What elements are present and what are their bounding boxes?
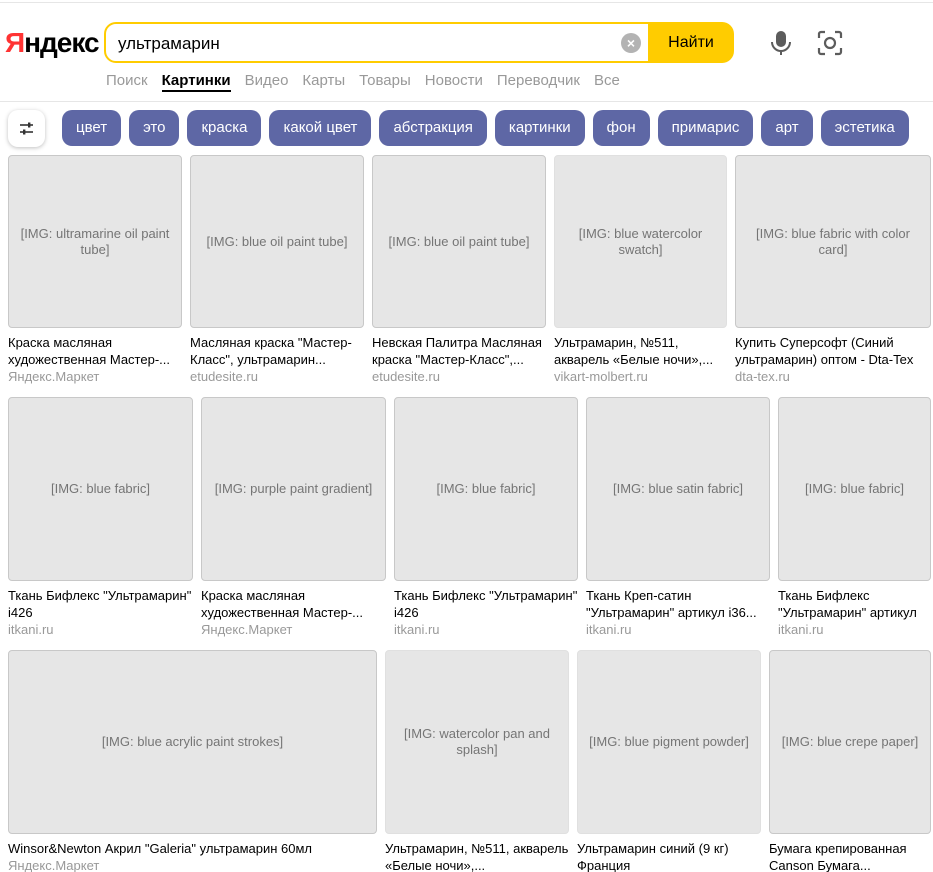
tab-goods[interactable]: Товары	[359, 72, 411, 92]
chip-query[interactable]: цвет	[62, 110, 122, 146]
result-title[interactable]: Ткань Бифлекс "Ультрамарин" i426	[8, 587, 193, 621]
chip-query[interactable]: картинки	[494, 110, 585, 146]
related-queries: цвет это краска какой цвет абстракция ка…	[62, 110, 917, 146]
chip-query[interactable]: арт	[761, 110, 813, 146]
result-title[interactable]: Ткань Бифлекс "Ультрамарин" i426	[394, 587, 578, 621]
chip-query[interactable]: примарис	[657, 110, 754, 146]
result-title[interactable]: Ткань Креп-сатин "Ультрамарин" артикул i…	[586, 587, 770, 621]
filter-button[interactable]	[8, 110, 45, 147]
tab-images[interactable]: Картинки	[161, 72, 231, 92]
result-title[interactable]: Winsor&Newton Акрил "Galeria" ультрамари…	[8, 840, 377, 857]
settings-sliders-icon	[20, 122, 33, 135]
search-input[interactable]: ультрамарин	[118, 34, 220, 54]
result-source[interactable]: itkani.ru	[394, 621, 578, 638]
result-title[interactable]: Краска масляная художественная Мастер-..…	[8, 334, 182, 368]
yandex-logo[interactable]: Яндекс	[5, 27, 100, 59]
search-button[interactable]: Найти	[648, 22, 734, 63]
result-source[interactable]: itkani.ru	[8, 621, 193, 638]
header-divider	[0, 101, 933, 102]
tab-all[interactable]: Все	[594, 72, 620, 92]
chip-query[interactable]: фон	[592, 110, 650, 146]
chip-query[interactable]: какой цвет	[269, 110, 372, 146]
result-source[interactable]: Яндекс.Маркет	[8, 857, 377, 872]
result-title[interactable]: Купить Суперсофт (Синий ультрамарин) опт…	[735, 334, 931, 368]
chip-query[interactable]: абстракция	[379, 110, 487, 146]
top-divider	[0, 0, 933, 3]
result-source[interactable]: itkani.ru	[586, 621, 770, 638]
result-source[interactable]: Яндекс.Маркет	[201, 621, 386, 638]
result-title[interactable]: Ультрамарин синий (9 кг) Франция	[577, 840, 761, 872]
tab-translator[interactable]: Переводчик	[497, 72, 580, 92]
tab-search[interactable]: Поиск	[106, 72, 148, 92]
chip-query[interactable]: эстетика	[820, 110, 909, 146]
result-thumbnail[interactable]: [IMG: blue acrylic paint strokes]	[8, 650, 377, 834]
result-thumbnail[interactable]: [IMG: blue fabric with color card]	[735, 155, 931, 328]
result-source[interactable]: etudesite.ru	[190, 368, 364, 385]
result-thumbnail[interactable]: [IMG: blue fabric]	[394, 397, 578, 581]
search-box[interactable]: ультрамарин × Найти	[104, 22, 734, 63]
result-source[interactable]: Яндекс.Маркет	[8, 368, 182, 385]
search-tabs: Поиск Картинки Видео Карты Товары Новост…	[106, 72, 634, 92]
result-source[interactable]: etudesite.ru	[372, 368, 546, 385]
result-thumbnail[interactable]: [IMG: blue oil paint tube]	[372, 155, 546, 328]
microphone-icon[interactable]	[770, 30, 792, 56]
tab-video[interactable]: Видео	[245, 72, 289, 92]
result-thumbnail[interactable]: [IMG: ultramarine oil paint tube]	[8, 155, 182, 328]
result-title[interactable]: Ультрамарин, №511, акварель «Белые ночи»…	[554, 334, 727, 368]
result-thumbnail[interactable]: [IMG: blue satin fabric]	[586, 397, 770, 581]
chip-query[interactable]: это	[129, 110, 180, 146]
result-title[interactable]: Ткань Бифлекс "Ультрамарин" артикул i4..…	[778, 587, 931, 621]
result-thumbnail[interactable]: [IMG: blue crepe paper]	[769, 650, 931, 834]
result-source[interactable]: vikart-molbert.ru	[554, 368, 727, 385]
camera-search-icon[interactable]	[817, 30, 843, 56]
result-title[interactable]: Бумага крепированная Canson Бумага...	[769, 840, 931, 872]
tab-maps[interactable]: Карты	[302, 72, 345, 92]
result-thumbnail[interactable]: [IMG: watercolor pan and splash]	[385, 650, 569, 834]
result-title[interactable]: Невская Палитра Масляная краска "Мастер-…	[372, 334, 546, 368]
chip-query[interactable]: краска	[187, 110, 262, 146]
result-source[interactable]: dta-tex.ru	[735, 368, 931, 385]
result-thumbnail[interactable]: [IMG: blue fabric]	[8, 397, 193, 581]
clear-icon[interactable]: ×	[621, 33, 641, 53]
tab-news[interactable]: Новости	[425, 72, 483, 92]
result-thumbnail[interactable]: [IMG: blue fabric]	[778, 397, 931, 581]
result-title[interactable]: Ультрамарин, №511, акварель «Белые ночи»…	[385, 840, 569, 872]
result-thumbnail[interactable]: [IMG: blue oil paint tube]	[190, 155, 364, 328]
result-title[interactable]: Краска масляная художественная Мастер-..…	[201, 587, 386, 621]
result-thumbnail[interactable]: [IMG: blue pigment powder]	[577, 650, 761, 834]
result-thumbnail[interactable]: [IMG: blue watercolor swatch]	[554, 155, 727, 328]
result-title[interactable]: Масляная краска "Мастер-Класс", ультрама…	[190, 334, 364, 368]
result-source[interactable]: itkani.ru	[778, 621, 931, 638]
result-thumbnail[interactable]: [IMG: purple paint gradient]	[201, 397, 386, 581]
